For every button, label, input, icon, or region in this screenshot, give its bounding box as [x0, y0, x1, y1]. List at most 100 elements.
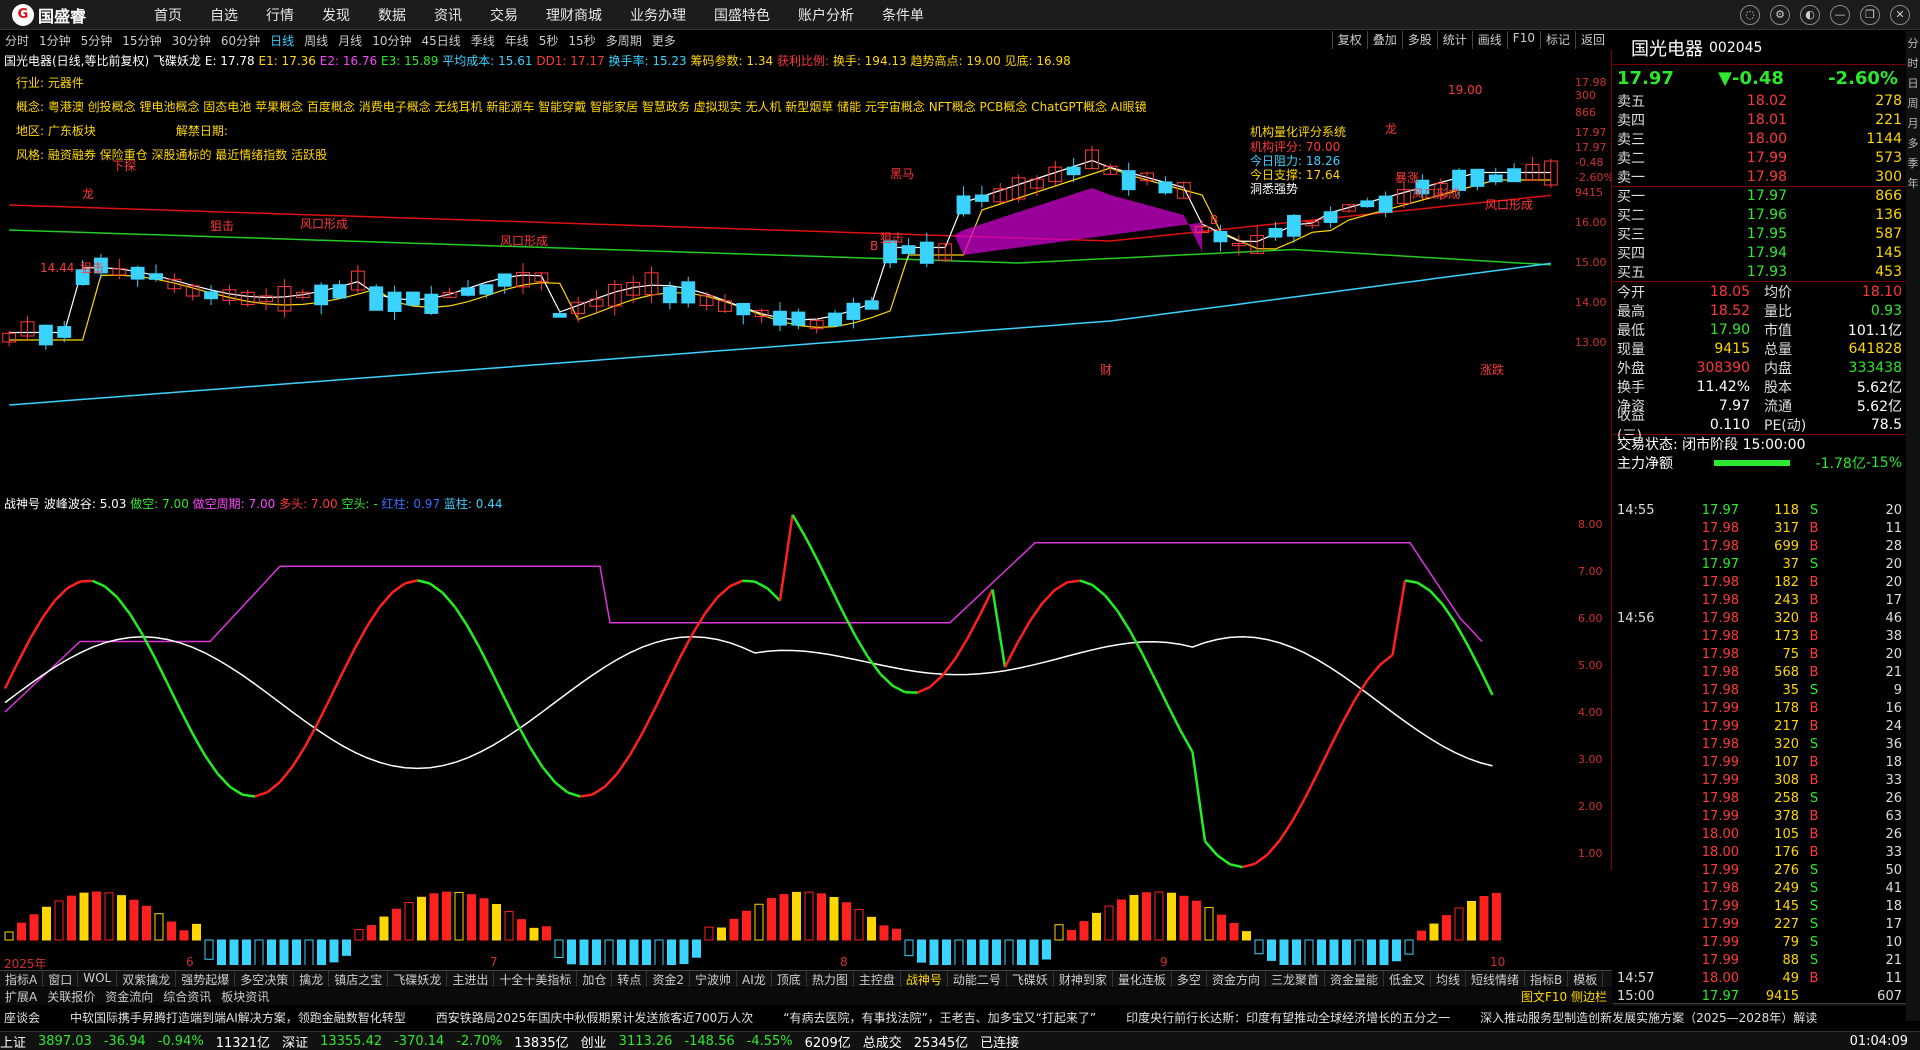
period-14[interactable]: 15秒: [563, 32, 600, 49]
indicator-tab-28[interactable]: 低金叉: [1384, 971, 1431, 987]
menu-item-9[interactable]: 国盛特色: [700, 5, 784, 25]
menu-item-2[interactable]: 行情: [252, 5, 308, 25]
bid-row[interactable]: 买三 17.95 587: [1613, 224, 1906, 243]
bid-row[interactable]: 买一 17.97 866: [1613, 186, 1906, 205]
news-ticker[interactable]: 座谈会 中软国际携手昇腾打造端到端AI解决方案，领跑金融数智化转型 西安铁路局202…: [0, 1006, 1906, 1028]
period-8[interactable]: 月线: [333, 32, 367, 49]
menu-item-6[interactable]: 交易: [476, 5, 532, 25]
indicator-tab-29[interactable]: 均线: [1431, 971, 1467, 987]
period-9[interactable]: 10分钟: [367, 32, 416, 49]
ask-row[interactable]: 卖四 18.01 221: [1613, 110, 1906, 129]
menu-item-5[interactable]: 资讯: [420, 5, 476, 25]
period-4[interactable]: 30分钟: [167, 32, 216, 49]
period-10[interactable]: 45日线: [416, 32, 465, 49]
menu-item-10[interactable]: 账户分析: [784, 5, 868, 25]
settings-icon[interactable]: ⚙: [1770, 4, 1790, 25]
nav-tab-0[interactable]: 扩展A: [0, 988, 42, 1005]
nav-tab-3[interactable]: 综合资讯: [158, 988, 216, 1005]
indicator-tab-2[interactable]: WOL: [78, 971, 118, 987]
toolbar-btn-6[interactable]: 标记: [1539, 31, 1575, 49]
period-13[interactable]: 5秒: [534, 32, 564, 49]
toolbar-btn-3[interactable]: 统计: [1436, 31, 1472, 49]
indicator-tab-16[interactable]: 顶底: [772, 971, 807, 987]
news-item[interactable]: 深入推动服务型制造创新发展实施方案（2025—2028年）解读: [1480, 1009, 1817, 1026]
chat-icon[interactable]: ◌: [1740, 4, 1760, 25]
indicator-tab-18[interactable]: 主控盘: [854, 971, 901, 987]
news-item[interactable]: 印度央行前行长达斯：印度有望推动全球经济增长的五分之一: [1126, 1009, 1450, 1026]
menu-item-8[interactable]: 业务办理: [616, 5, 700, 25]
theme-icon[interactable]: ◐: [1800, 4, 1820, 25]
vstrip-item-1[interactable]: 时: [1908, 55, 1919, 71]
menu-item-1[interactable]: 自选: [196, 5, 252, 25]
menu-item-3[interactable]: 发现: [308, 5, 364, 25]
vstrip-item-7[interactable]: 年: [1908, 175, 1919, 191]
indicator-tab-27[interactable]: 资金量能: [1325, 971, 1384, 987]
indicator-tab-32[interactable]: 模板: [1568, 971, 1604, 987]
app-logo[interactable]: G 国盛睿: [0, 3, 140, 27]
indicator-tab-20[interactable]: 动能二号: [948, 971, 1007, 987]
period-7[interactable]: 周线: [299, 32, 333, 49]
vstrip-item-3[interactable]: 周: [1908, 95, 1919, 111]
period-12[interactable]: 年线: [500, 32, 534, 49]
toolbar-btn-2[interactable]: 多股: [1401, 31, 1437, 49]
indicator-tab-10[interactable]: 十全十美指标: [494, 971, 578, 987]
ask-row[interactable]: 卖一 17.98 300: [1613, 167, 1906, 186]
period-16[interactable]: 更多: [647, 32, 681, 49]
indicator-tab-25[interactable]: 资金方向: [1207, 971, 1266, 987]
news-item[interactable]: 西安铁路局2025年国庆中秋假期累计发送旅客近700万人次: [436, 1009, 753, 1026]
ask-row[interactable]: 卖五 18.02 278: [1613, 91, 1906, 110]
nav-tab-2[interactable]: 资金流向: [100, 988, 158, 1005]
indicator-tab-6[interactable]: 擒龙: [294, 971, 330, 987]
indicator-tab-9[interactable]: 主进出: [447, 971, 495, 987]
close-icon[interactable]: ✕: [1890, 4, 1910, 25]
news-item[interactable]: 座谈会: [4, 1009, 40, 1026]
toolbar-btn-7[interactable]: 返回: [1574, 31, 1610, 49]
bid-row[interactable]: 买二 17.96 136: [1613, 205, 1906, 224]
indicator-tab-3[interactable]: 双紫擒龙: [117, 971, 177, 987]
menu-item-11[interactable]: 条件单: [868, 5, 938, 25]
indicator-tab-21[interactable]: 飞碟妖: [1007, 971, 1054, 987]
indicator-tab-11[interactable]: 加仓: [577, 971, 613, 987]
bid-row[interactable]: 买四 17.94 145: [1613, 243, 1906, 262]
vstrip-item-5[interactable]: 多: [1908, 135, 1919, 151]
toolbar-btn-4[interactable]: 画线: [1471, 31, 1507, 49]
minimize-icon[interactable]: —: [1830, 4, 1850, 25]
period-1[interactable]: 1分钟: [34, 32, 76, 49]
vstrip-item-4[interactable]: 月: [1908, 115, 1919, 131]
news-item[interactable]: “有病去医院，有事找法院”，王老吉、加多宝又“打起来了”: [783, 1009, 1096, 1026]
period-5[interactable]: 60分钟: [216, 32, 265, 49]
menu-item-7[interactable]: 理财商城: [532, 5, 616, 25]
menu-item-0[interactable]: 首页: [140, 5, 196, 25]
toolbar-btn-5[interactable]: F10: [1506, 31, 1540, 49]
vstrip-item-2[interactable]: 日: [1908, 75, 1919, 91]
period-11[interactable]: 季线: [466, 32, 500, 49]
indicator-tab-26[interactable]: 三龙聚首: [1266, 971, 1325, 987]
vstrip-item-6[interactable]: 季: [1908, 155, 1919, 171]
ask-row[interactable]: 卖二 17.99 573: [1613, 148, 1906, 167]
restore-icon[interactable]: ❐: [1860, 4, 1880, 25]
indicator-tab-0[interactable]: 指标A: [0, 971, 44, 987]
indicator-tab-14[interactable]: 宁波帅: [690, 971, 738, 987]
indicator-tab-8[interactable]: 飞碟妖龙: [388, 971, 448, 987]
period-15[interactable]: 多周期: [601, 32, 647, 49]
vstrip-item-0[interactable]: 分: [1908, 35, 1919, 51]
nav-tab-1[interactable]: 关联报价: [42, 988, 100, 1005]
period-0[interactable]: 分时: [0, 32, 34, 49]
indicator-tab-1[interactable]: 窗口: [43, 971, 79, 987]
indicator-tab-12[interactable]: 转点: [612, 971, 648, 987]
indicator-tab-5[interactable]: 多空决策: [235, 971, 295, 987]
indicator-tab-4[interactable]: 强势起爆: [176, 971, 236, 987]
indicator-tab-24[interactable]: 多空: [1172, 971, 1207, 987]
indicator-tab-13[interactable]: 资金2: [647, 971, 691, 987]
toolbar-btn-1[interactable]: 叠加: [1366, 31, 1402, 49]
news-item[interactable]: 中软国际携手昇腾打造端到端AI解决方案，领跑金融数智化转型: [70, 1009, 406, 1026]
indicator-tab-31[interactable]: 指标B: [1525, 971, 1569, 987]
kline-chart-area[interactable]: 国光电器(日线,等比前复权) 飞碟妖龙 E: 17.78 E1: 17.36 E…: [0, 50, 1612, 965]
indicator-tab-30[interactable]: 短线情绪: [1466, 971, 1526, 987]
period-3[interactable]: 15分钟: [117, 32, 166, 49]
indicator-tab-7[interactable]: 镇店之宝: [329, 971, 389, 987]
bid-row[interactable]: 买五 17.93 453: [1613, 262, 1906, 281]
indicator-tab-22[interactable]: 财神到家: [1054, 971, 1113, 987]
indicator-tab-19[interactable]: 战神号: [901, 971, 948, 987]
ask-row[interactable]: 卖三 18.00 1144: [1613, 129, 1906, 148]
